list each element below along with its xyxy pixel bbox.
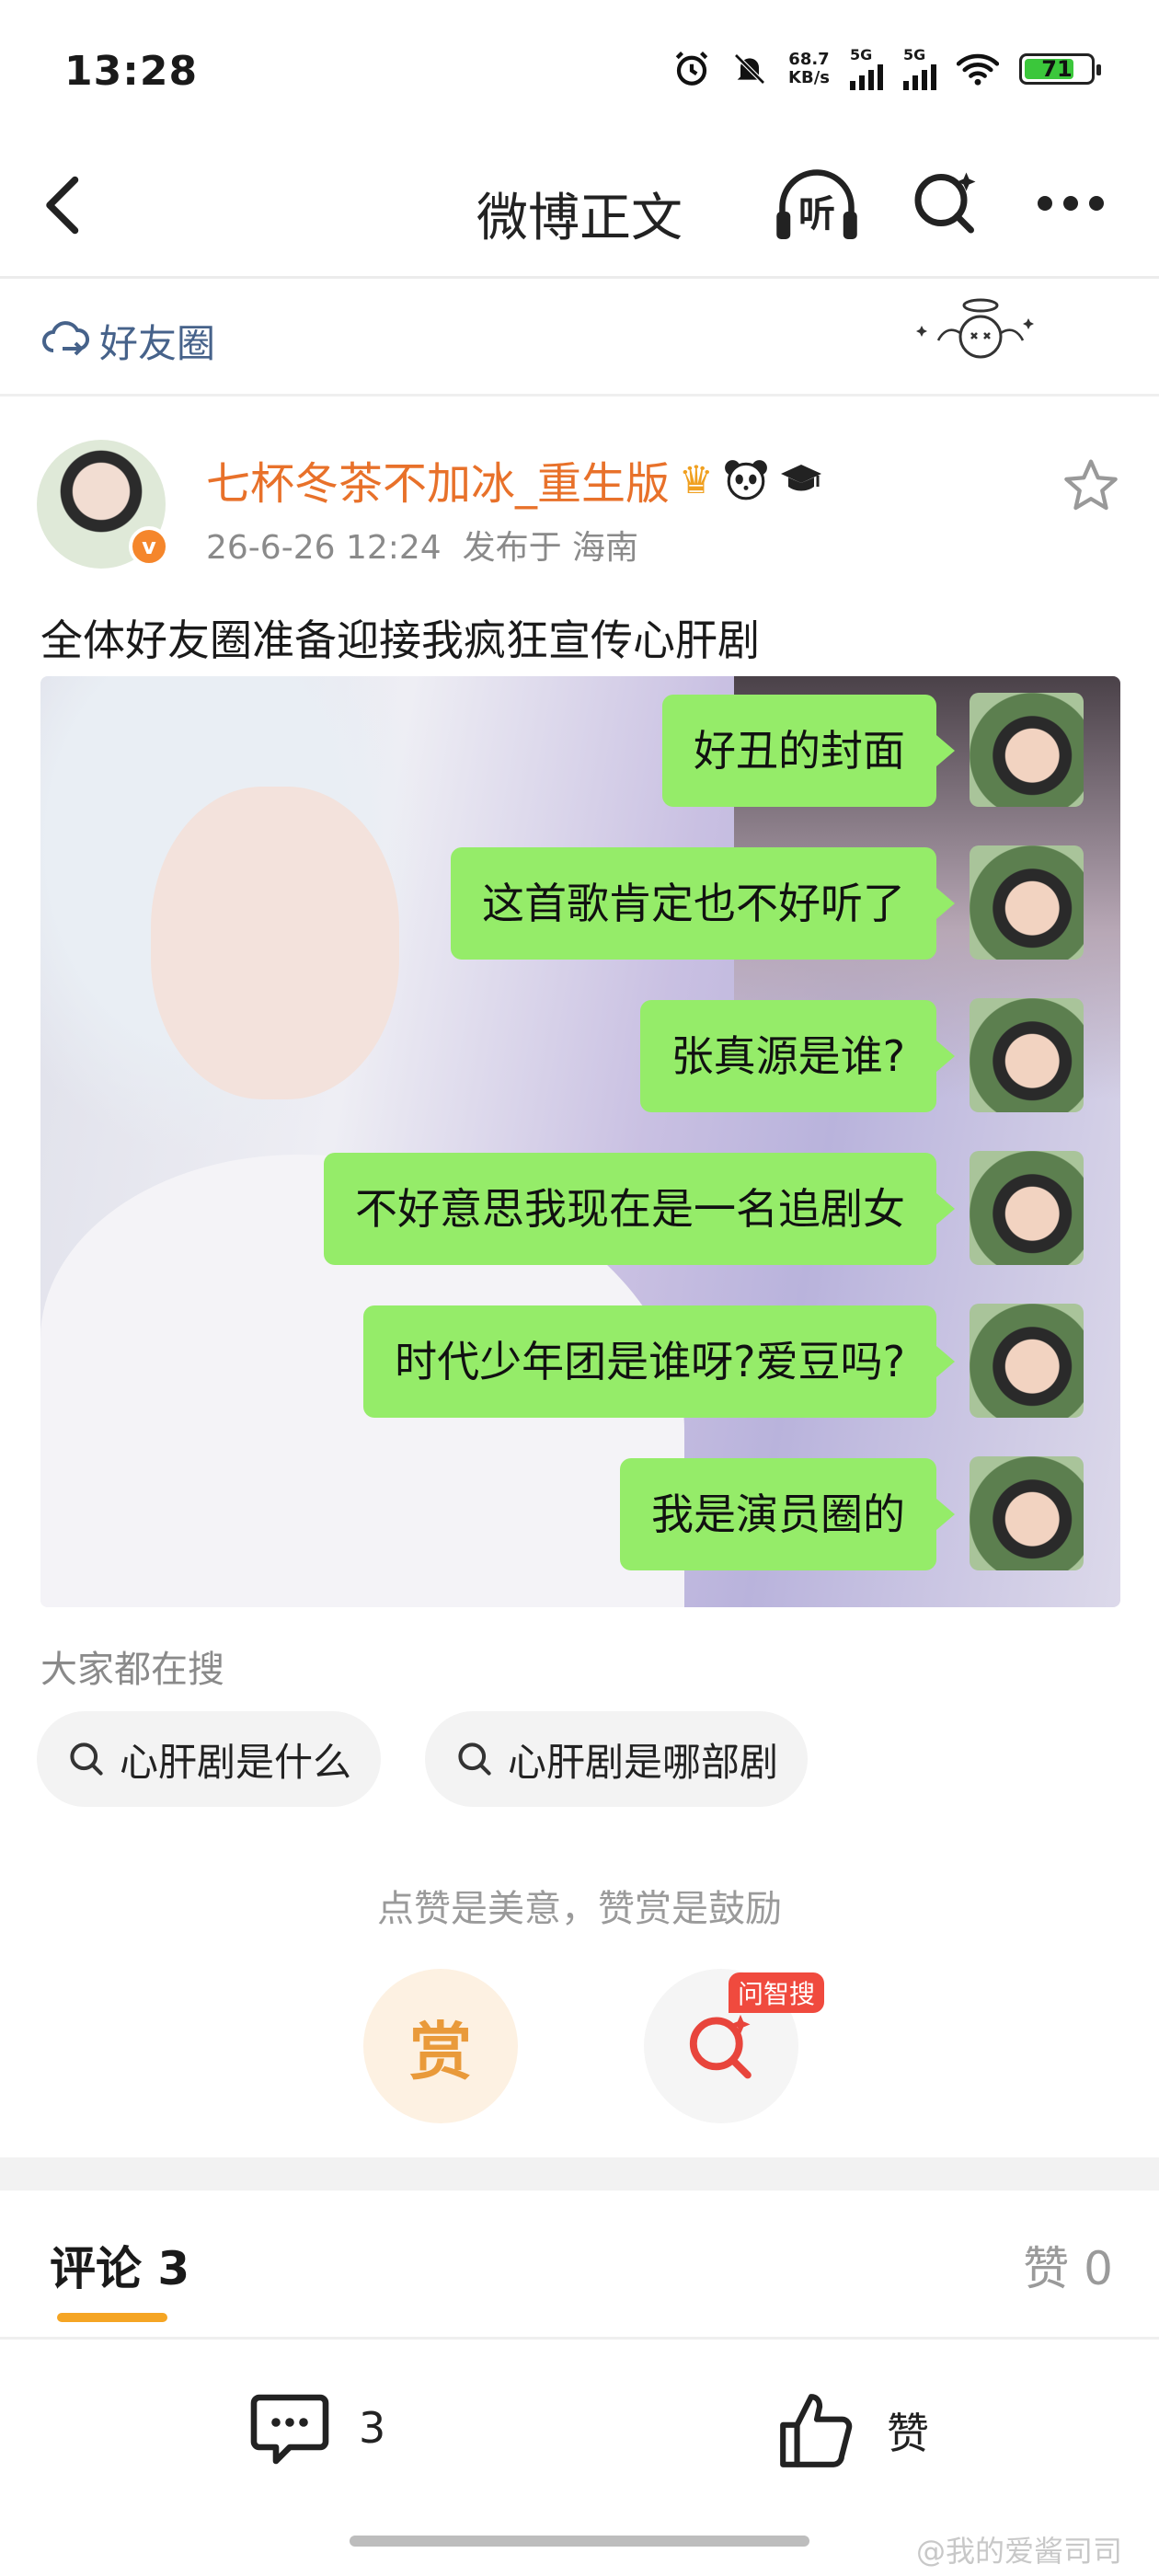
chat-bubble: 这首歌肯定也不好听了 (451, 847, 955, 960)
ai-search-icon (689, 2014, 752, 2079)
angel-doodle-icon (916, 298, 1034, 359)
tabs-divider (0, 2337, 1159, 2340)
chat-avatar (970, 693, 1084, 807)
crown-badge-icon: ♛ (679, 456, 714, 502)
signal-bars-icon (903, 63, 936, 90)
thumbs-up-icon (780, 2394, 853, 2467)
search-chip-label: 心肝剧是什么 (120, 1739, 352, 1785)
listen-label: 听 (798, 193, 835, 236)
battery-icon: 71 (1019, 53, 1101, 85)
favorite-star-icon[interactable] (1061, 456, 1120, 513)
like-button[interactable]: 赞 (775, 2388, 929, 2473)
cloud-share-icon (42, 321, 89, 356)
ask-badge: 问智搜 (729, 1972, 825, 2013)
chat-bubble: 不好意思我现在是一名追剧女 (324, 1153, 955, 1265)
section-divider (0, 2157, 1159, 2191)
comment-bubble-icon (250, 2394, 329, 2465)
reward-button[interactable]: 赏 (363, 1969, 518, 2123)
panda-badge-icon (724, 460, 767, 500)
like-label: 赞 (887, 2409, 929, 2458)
tab-likes[interactable]: 赞 0 (1023, 2232, 1113, 2298)
comment-button[interactable]: 3 (248, 2388, 385, 2467)
net-speed: 68.7 KB/s (788, 50, 830, 87)
verified-badge-icon: v (129, 526, 169, 567)
listen-button[interactable]: 听 (771, 166, 863, 248)
chat-avatar (970, 1151, 1084, 1265)
search-icon (458, 1742, 491, 1776)
signal-sim2: 5G (903, 48, 936, 90)
alarm-icon (675, 52, 708, 86)
chat-avatar (970, 1456, 1084, 1570)
chat-bubble: 时代少年团是谁呀?爱豆吗? (363, 1305, 955, 1418)
chat-bubble: 我是演员圈的 (620, 1458, 955, 1570)
home-indicator[interactable] (350, 2536, 809, 2547)
chat-avatar (970, 845, 1084, 960)
signal-sim1: 5G (850, 48, 883, 90)
search-chip[interactable]: 心肝剧是什么 (37, 1711, 382, 1807)
graduation-cap-icon (780, 465, 821, 491)
status-icons: 68.7 KB/s 5G 5G 71 (672, 48, 1101, 90)
more-icon[interactable] (1034, 189, 1107, 218)
chat-avatar (970, 1304, 1084, 1418)
reward-hint: 点赞是美意，赞赏是鼓励 (377, 1888, 782, 1930)
watermark: @我的爱酱司司 (915, 2534, 1122, 2569)
friends-circle-label[interactable]: 好友圈 (99, 313, 215, 369)
search-icon (70, 1742, 103, 1776)
page-title: 微博正文 (476, 189, 683, 248)
author-name[interactable]: 七杯冬茶不加冰_重生版 (206, 447, 670, 512)
chat-avatar (970, 998, 1084, 1112)
post-meta: 26-6-26 12:24 发布于 海南 (206, 529, 639, 567)
mute-bell-icon (734, 53, 765, 85)
chat-bubble: 好丑的封面 (662, 695, 955, 807)
signal-bars-icon (850, 63, 883, 90)
search-suggestions-title: 大家都在搜 (40, 1649, 224, 1691)
chat-bubble: 张真源是谁? (639, 1000, 956, 1112)
tab-active-indicator (57, 2313, 167, 2322)
comment-count: 3 (359, 2403, 386, 2453)
author-row: 七杯冬茶不加冰_重生版 ♛ (206, 447, 824, 512)
search-chip[interactable]: 心肝剧是哪部剧 (425, 1711, 809, 1807)
search-sparkle-icon[interactable] (909, 166, 982, 239)
status-time: 13:28 (64, 48, 199, 95)
post-image[interactable]: 好丑的封面 这首歌肯定也不好听了 张真源是谁? 不好意思我现在是一名追剧女 时代… (40, 676, 1120, 1607)
wifi-icon (957, 53, 999, 86)
search-chip-label: 心肝剧是哪部剧 (508, 1739, 779, 1785)
post-text: 全体好友圈准备迎接我疯狂宣传心肝剧 (40, 615, 760, 665)
tab-comments[interactable]: 评论 3 (50, 2232, 189, 2298)
